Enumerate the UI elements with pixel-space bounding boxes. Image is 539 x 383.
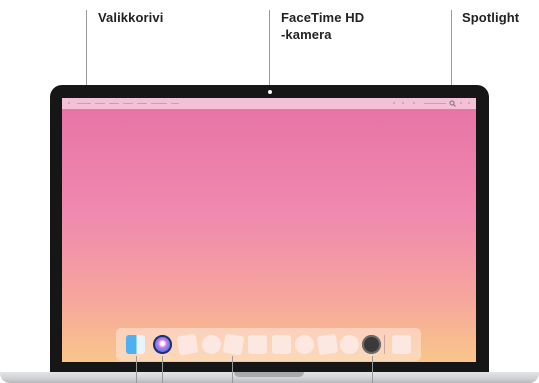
leader-line-camera bbox=[269, 10, 270, 90]
callout-camera-line2: -kamera bbox=[281, 27, 332, 42]
dock-app-icon[interactable] bbox=[176, 333, 199, 356]
finder-icon[interactable] bbox=[126, 335, 145, 354]
menu-item[interactable] bbox=[137, 103, 147, 104]
spotlight-search-icon[interactable] bbox=[449, 100, 456, 107]
apple-menu-icon[interactable] bbox=[68, 102, 70, 104]
leader-line-siri bbox=[162, 356, 163, 383]
leader-line-finder bbox=[136, 356, 137, 383]
trash-icon[interactable] bbox=[392, 335, 411, 354]
menu-item[interactable] bbox=[109, 103, 119, 104]
menu-item[interactable] bbox=[77, 103, 91, 104]
facetime-camera-icon bbox=[268, 90, 272, 94]
callout-menubar: Valikkorivi bbox=[98, 10, 164, 25]
desktop-wallpaper bbox=[62, 98, 476, 362]
status-icon[interactable] bbox=[402, 102, 404, 104]
notification-center-icon[interactable] bbox=[468, 102, 470, 104]
status-icon[interactable] bbox=[393, 102, 395, 104]
dock-app-icon[interactable] bbox=[340, 335, 359, 354]
system-preferences-icon[interactable] bbox=[362, 335, 381, 354]
laptop-opening-notch bbox=[234, 372, 304, 377]
menu-bar bbox=[62, 98, 476, 109]
menu-item[interactable] bbox=[123, 103, 133, 104]
menu-item[interactable] bbox=[95, 103, 105, 104]
status-icon[interactable] bbox=[413, 102, 415, 104]
menu-item[interactable] bbox=[151, 103, 167, 104]
dock-app-icon[interactable] bbox=[316, 333, 339, 356]
dock-app-icon[interactable] bbox=[248, 335, 267, 354]
callout-camera-line1: FaceTime HD bbox=[281, 10, 365, 25]
leader-line-dock bbox=[232, 356, 233, 383]
dock-app-icon[interactable] bbox=[222, 333, 245, 356]
siri-menu-icon[interactable] bbox=[460, 102, 462, 104]
leader-line-system-preferences bbox=[372, 356, 373, 383]
dock-app-icon[interactable] bbox=[295, 335, 314, 354]
menu-item[interactable] bbox=[171, 103, 179, 104]
callout-spotlight: Spotlight bbox=[462, 10, 520, 25]
dock-app-icon[interactable] bbox=[272, 335, 291, 354]
menu-clock[interactable] bbox=[424, 103, 446, 104]
siri-icon[interactable] bbox=[153, 335, 172, 354]
dock-app-icon[interactable] bbox=[202, 335, 221, 354]
dock-separator bbox=[384, 335, 385, 354]
